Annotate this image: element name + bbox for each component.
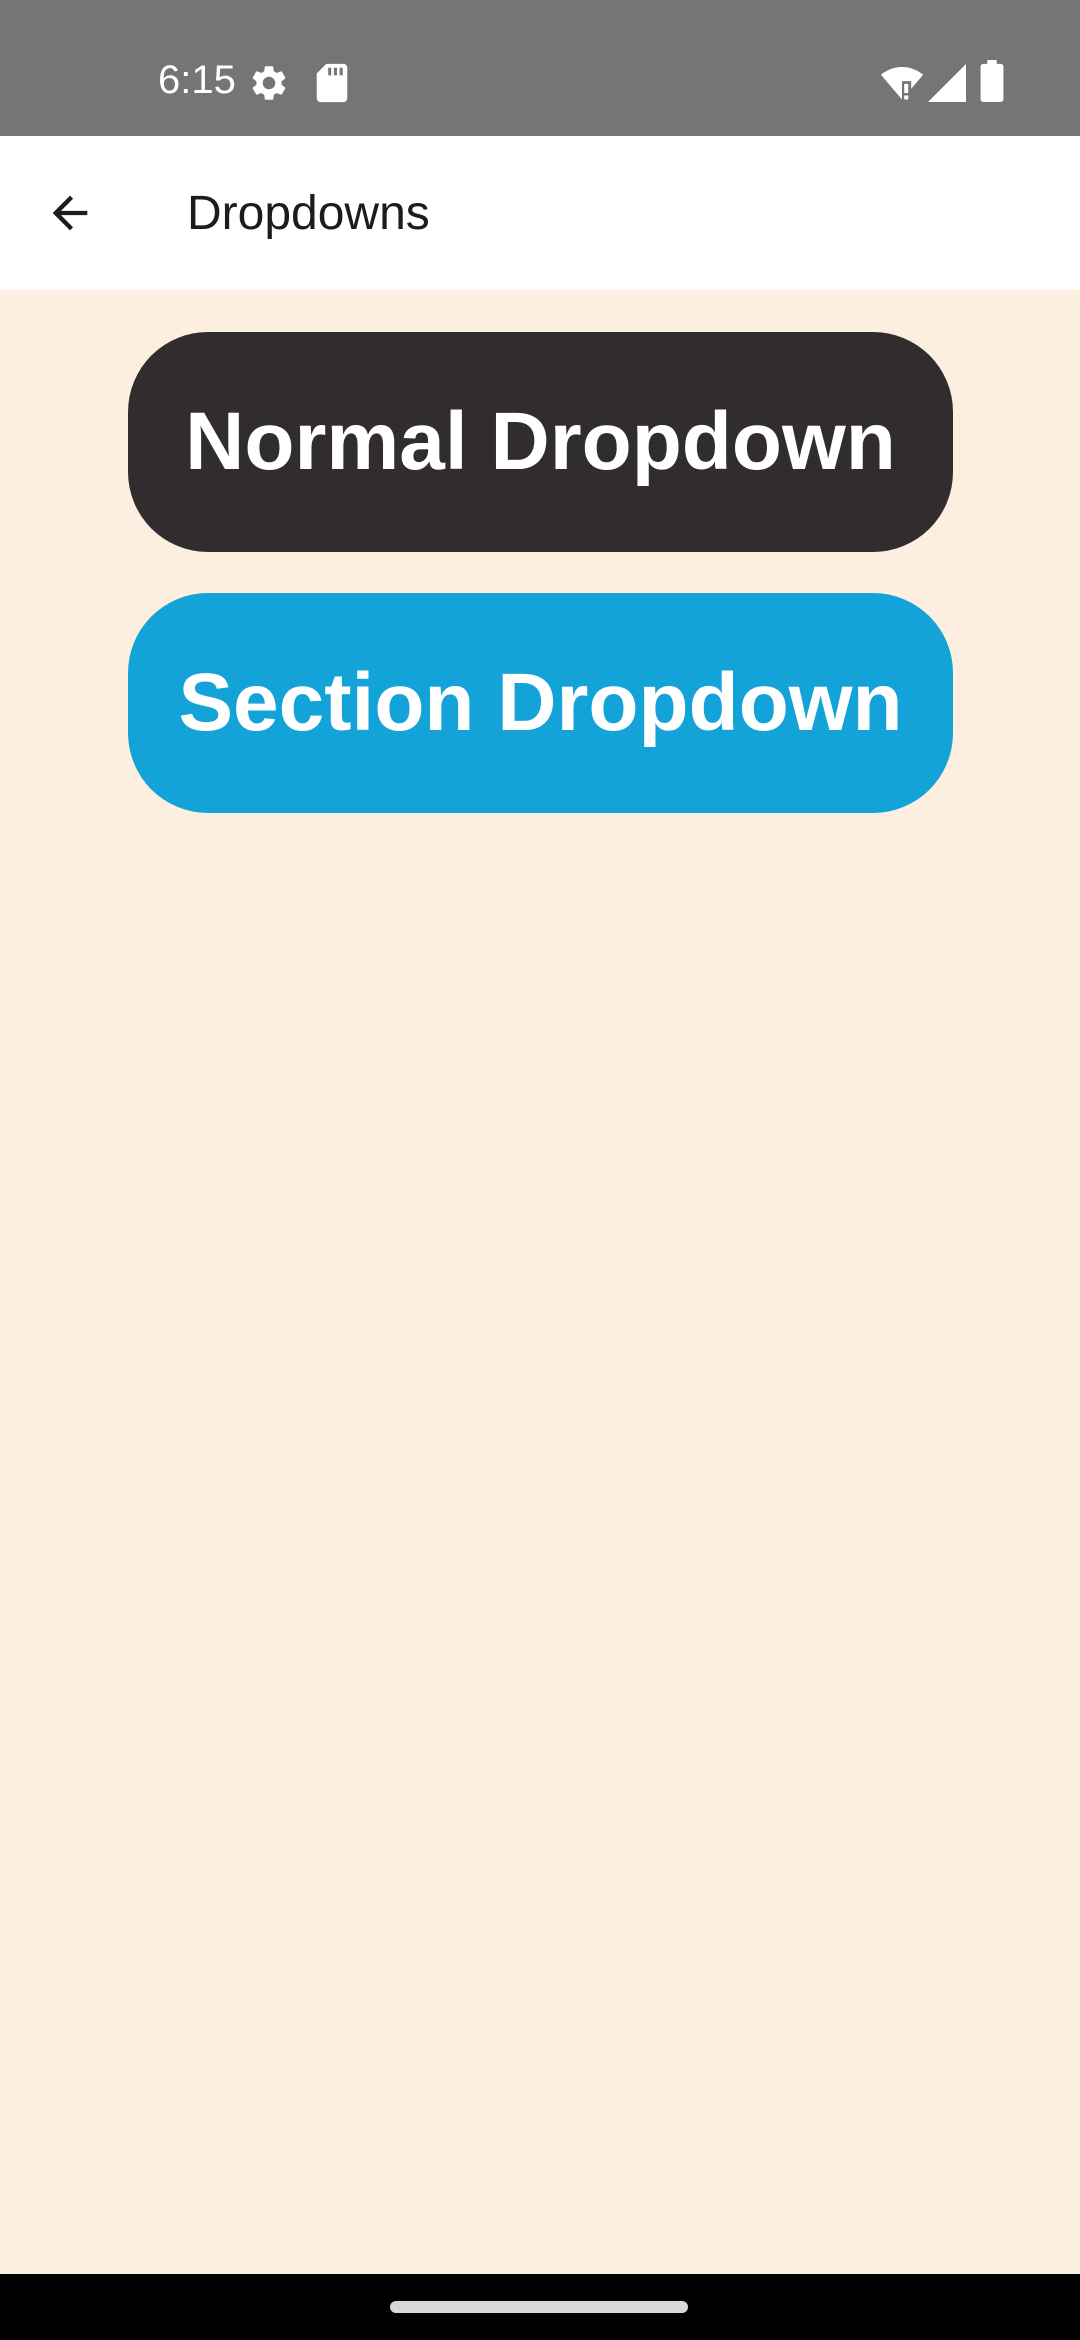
page-title: Dropdowns <box>187 187 430 240</box>
app-bar: Dropdowns <box>0 136 1080 290</box>
section-dropdown-label: Section Dropdown <box>178 657 903 748</box>
normal-dropdown-label: Normal Dropdown <box>185 396 896 487</box>
status-time: 6:15 <box>158 58 236 102</box>
back-button[interactable] <box>30 173 110 253</box>
home-gesture-handle[interactable] <box>390 2301 688 2313</box>
settings-gear-icon <box>252 66 286 100</box>
screen: 6:15 Dropdowns Normal Dropdown Section D… <box>0 0 1080 2340</box>
normal-dropdown-button[interactable]: Normal Dropdown <box>128 332 953 552</box>
navigation-bar <box>0 2274 1080 2340</box>
arrow-back-icon <box>52 195 88 231</box>
cell-signal-icon <box>928 64 966 102</box>
wifi-alert-icon <box>880 67 924 100</box>
section-dropdown-button[interactable]: Section Dropdown <box>128 593 953 813</box>
status-bar: 6:15 <box>0 0 1080 136</box>
sd-card-icon <box>316 63 348 103</box>
battery-icon <box>980 60 1004 102</box>
